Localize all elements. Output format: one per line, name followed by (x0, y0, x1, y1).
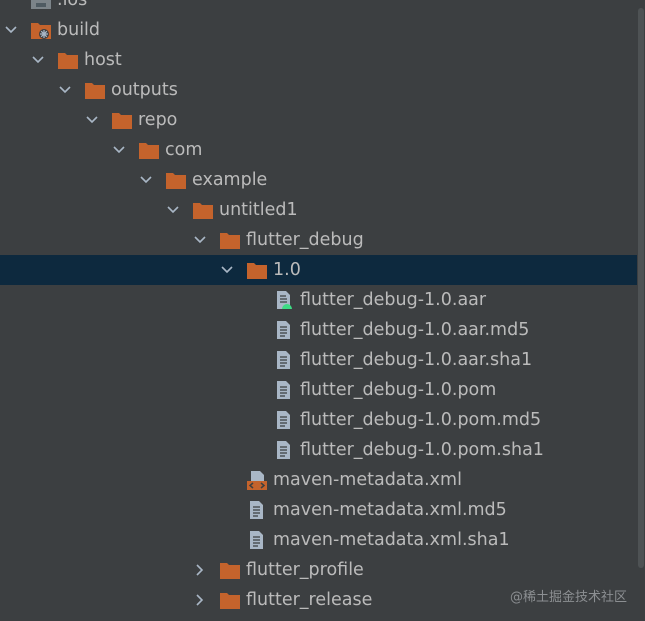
tree-item-host[interactable]: host (0, 45, 645, 75)
project-tree: .ios build host outputs repo com example… (0, 0, 645, 621)
folder-icon (58, 53, 78, 69)
folder-icon (85, 83, 105, 99)
tree-item-pom[interactable]: flutter_debug-1.0.pom (0, 375, 645, 405)
chevron-down-icon[interactable] (192, 232, 208, 248)
folder-icon (220, 563, 240, 579)
tree-item-label: flutter_debug-1.0.aar.md5 (300, 320, 530, 340)
folder-icon (220, 233, 240, 249)
tree-item-aar-sha1[interactable]: flutter_debug-1.0.aar.sha1 (0, 345, 645, 375)
tree-item-label: flutter_profile (246, 560, 364, 580)
tree-item-maven-metadata-sha1[interactable]: maven-metadata.xml.sha1 (0, 525, 645, 555)
tree-item-label: flutter_debug-1.0.aar.sha1 (300, 350, 533, 370)
chevron-down-icon[interactable] (138, 172, 154, 188)
tree-item-pom-sha1[interactable]: flutter_debug-1.0.pom.sha1 (0, 435, 645, 465)
tree-item-label: flutter_debug-1.0.pom (300, 380, 497, 400)
vertical-scrollbar[interactable] (637, 0, 645, 621)
watermark: @稀土掘金技术社区 (509, 590, 627, 605)
folder-icon (220, 593, 240, 609)
tree-item-pom-md5[interactable]: flutter_debug-1.0.pom.md5 (0, 405, 645, 435)
text-file-icon (250, 501, 263, 519)
folder-icon (193, 203, 213, 219)
text-file-icon (277, 441, 290, 459)
tree-item-flutter-profile[interactable]: flutter_profile (0, 555, 645, 585)
xml-file-icon (247, 471, 267, 490)
tree-item-flutter-debug[interactable]: flutter_debug (0, 225, 645, 255)
tree-item-untitled1[interactable]: untitled1 (0, 195, 645, 225)
tree-item-label: repo (138, 110, 178, 130)
chevron-right-icon[interactable] (192, 592, 208, 608)
tree-item-label: flutter_debug-1.0.pom.sha1 (300, 440, 544, 460)
tree-item-maven-metadata-md5[interactable]: maven-metadata.xml.md5 (0, 495, 645, 525)
folder-icon (166, 173, 186, 189)
tree-item-label: flutter_debug-1.0.pom.md5 (300, 410, 542, 430)
tree-item-label: maven-metadata.xml.md5 (273, 500, 507, 520)
chevron-down-icon[interactable] (165, 202, 181, 218)
tree-item-label: host (84, 50, 122, 70)
tree-item-maven-metadata-xml[interactable]: maven-metadata.xml (0, 465, 645, 495)
tree-item-build[interactable]: build (0, 15, 645, 45)
tree-item-label: maven-metadata.xml.sha1 (273, 530, 510, 550)
text-file-icon (277, 411, 290, 429)
text-file-icon (250, 531, 263, 549)
tree-item-ios[interactable]: .ios (0, 0, 645, 15)
chevron-down-icon[interactable] (219, 262, 235, 278)
tree-item-label: 1.0 (273, 260, 301, 280)
text-file-icon (277, 321, 290, 339)
chevron-right-icon[interactable] (192, 562, 208, 578)
build-folder-icon (31, 23, 51, 39)
text-file-icon (277, 351, 290, 369)
chevron-down-icon[interactable] (84, 112, 100, 128)
text-file-icon (277, 381, 290, 399)
ios-folder-icon (31, 0, 51, 9)
android-archive-icon (277, 291, 292, 309)
tree-item-aar-md5[interactable]: flutter_debug-1.0.aar.md5 (0, 315, 645, 345)
chevron-down-icon[interactable] (111, 142, 127, 158)
tree-item-label: .ios (57, 0, 88, 10)
tree-item-com[interactable]: com (0, 135, 645, 165)
tree-item-example[interactable]: example (0, 165, 645, 195)
tree-item-label: build (57, 20, 101, 40)
tree-item-1-0[interactable]: 1.0 (0, 255, 645, 285)
tree-item-label: maven-metadata.xml (273, 470, 462, 490)
tree-item-label: flutter_debug (246, 230, 364, 250)
tree-item-label: flutter_debug-1.0.aar (300, 290, 487, 310)
folder-icon (247, 263, 267, 279)
tree-item-outputs[interactable]: outputs (0, 75, 645, 105)
chevron-down-icon[interactable] (30, 52, 46, 68)
tree-item-aar[interactable]: flutter_debug-1.0.aar (0, 285, 645, 315)
folder-icon (112, 113, 132, 129)
tree-item-label: example (192, 170, 268, 190)
scrollbar-thumb[interactable] (638, 8, 644, 568)
tree-item-label: untitled1 (219, 200, 298, 220)
tree-item-label: com (165, 140, 203, 160)
tree-item-label: outputs (111, 80, 178, 100)
chevron-down-icon[interactable] (57, 82, 73, 98)
folder-icon (139, 143, 159, 159)
chevron-down-icon[interactable] (3, 22, 19, 38)
tree-item-repo[interactable]: repo (0, 105, 645, 135)
tree-item-label: flutter_release (246, 590, 373, 610)
